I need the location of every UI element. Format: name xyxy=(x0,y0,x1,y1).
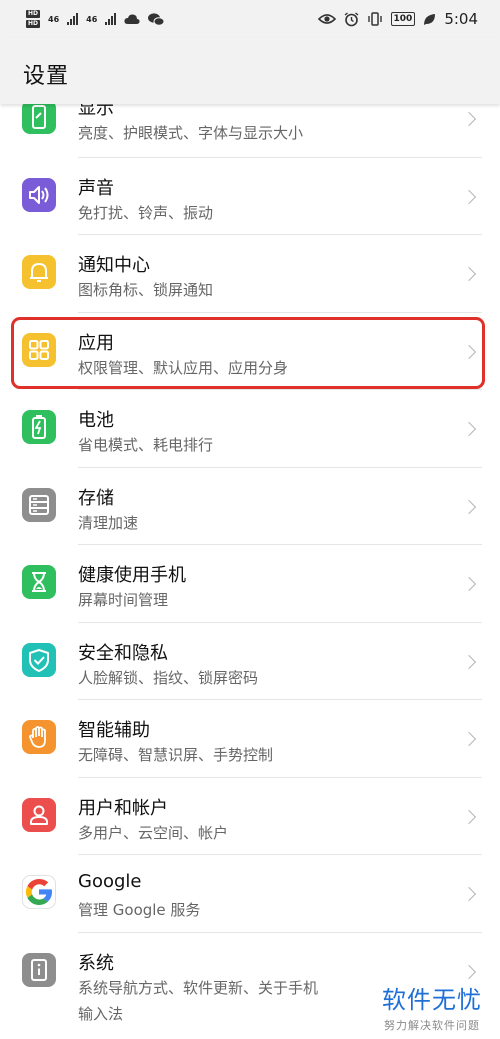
settings-item-title: 健康使用手机 xyxy=(78,565,186,586)
hd-label-2: HD xyxy=(26,20,41,28)
hourglass-icon xyxy=(22,565,56,599)
settings-item-title: 系统 xyxy=(78,952,114,974)
settings-item-storage[interactable]: 存储 清理加速 xyxy=(0,468,500,545)
chevron-right-icon xyxy=(461,654,477,669)
chevron-right-icon xyxy=(461,266,477,282)
battery-level: 100 xyxy=(393,14,413,24)
settings-item-subtitle: 无障碍、智慧识屏、手势控制 xyxy=(78,746,274,764)
settings-item-subtitle: 免打扰、铃声、振动 xyxy=(78,203,214,222)
watermark-subtext: 努力解决软件问题 xyxy=(384,1019,480,1032)
settings-item-subtitle: 屏幕时间管理 xyxy=(78,591,169,609)
settings-item-subtitle: 清理加速 xyxy=(78,513,139,532)
chevron-right-icon xyxy=(461,886,477,902)
settings-item-title: Google xyxy=(78,871,142,892)
settings-list: 显示 亮度、护眼模式、字体与显示大小 声音 免打扰、铃声、振动 通知中心 图标角… xyxy=(0,80,500,1033)
system-info-icon xyxy=(22,952,56,987)
speaker-icon xyxy=(22,177,56,212)
watermark-text: 软件无忧 xyxy=(382,986,482,1014)
chevron-right-icon xyxy=(461,421,477,437)
status-bar: HD HD 46 46 100 5:04 xyxy=(0,0,500,38)
settings-item-subtitle: 管理 Google 服务 xyxy=(78,901,201,919)
settings-item-smart-assistance[interactable]: 智能辅助 无障碍、智慧识屏、手势控制 xyxy=(0,700,500,778)
chevron-right-icon xyxy=(461,576,477,592)
hand-icon xyxy=(22,720,56,754)
settings-item-google[interactable]: Google 管理 Google 服务 xyxy=(0,855,500,933)
settings-item-title: 通知中心 xyxy=(78,255,150,276)
eye-comfort-icon xyxy=(317,14,336,24)
settings-item-subtitle: 系统导航方式、软件更新、关于手机 xyxy=(78,978,319,997)
settings-item-title: 声音 xyxy=(78,177,114,199)
settings-item-subtitle: 亮度、护眼模式、字体与显示大小 xyxy=(78,124,304,142)
cloud-icon xyxy=(124,14,140,24)
watermark: 软件无忧 努力解决软件问题 xyxy=(382,980,482,1033)
network-label-1: 46 xyxy=(48,14,60,24)
chevron-right-icon xyxy=(461,499,477,514)
settings-item-users-accounts[interactable]: 用户和帐户 多用户、云空间、帐户 xyxy=(0,778,500,855)
google-icon xyxy=(22,875,56,909)
settings-item-title: 安全和隐私 xyxy=(78,642,168,664)
status-right: 100 5:04 xyxy=(317,10,478,28)
highlight-box xyxy=(11,317,485,389)
page-title: 设置 xyxy=(23,64,70,89)
display-phone-icon xyxy=(22,100,56,134)
storage-icon xyxy=(22,487,56,522)
chevron-right-icon xyxy=(461,731,477,747)
app-header: 设置 xyxy=(0,38,500,104)
settings-item-title: 智能辅助 xyxy=(78,720,150,741)
clock-time: 5:04 xyxy=(444,10,478,28)
chevron-right-icon xyxy=(461,964,477,979)
settings-item-subtitle: 图标角标、锁屏通知 xyxy=(78,281,214,299)
status-left: HD HD 46 46 xyxy=(26,10,165,28)
leaf-icon xyxy=(424,13,436,25)
signal-icon-2 xyxy=(105,13,117,25)
settings-item-notification-center[interactable]: 通知中心 图标角标、锁屏通知 xyxy=(0,235,500,313)
settings-item-title: 存储 xyxy=(78,487,114,509)
settings-item-subtitle-line2: 输入法 xyxy=(78,1004,124,1023)
chevron-right-icon xyxy=(461,189,477,204)
signal-icon-1 xyxy=(67,13,79,25)
vibrate-icon xyxy=(367,12,382,26)
alarm-icon xyxy=(344,11,358,26)
bell-icon xyxy=(22,255,56,289)
settings-item-digital-balance[interactable]: 健康使用手机 屏幕时间管理 xyxy=(0,545,500,623)
battery-indicator: 100 xyxy=(390,12,416,26)
settings-item-sound[interactable]: 声音 免打扰、铃声、振动 xyxy=(0,158,500,235)
chevron-right-icon xyxy=(461,111,477,127)
network-label-2: 46 xyxy=(86,14,98,24)
settings-item-subtitle: 人脸解锁、指纹、锁屏密码 xyxy=(78,668,259,687)
user-icon xyxy=(22,797,56,832)
hd-indicator: HD HD xyxy=(26,10,41,28)
settings-item-title: 用户和帐户 xyxy=(78,797,168,819)
settings-item-title: 电池 xyxy=(78,410,114,431)
shield-icon xyxy=(22,642,56,677)
wechat-icon xyxy=(148,12,165,26)
hd-label-1: HD xyxy=(26,10,41,18)
settings-item-subtitle: 多用户、云空间、帐户 xyxy=(78,823,229,842)
settings-item-battery[interactable]: 电池 省电模式、耗电排行 xyxy=(0,390,500,468)
settings-item-security-privacy[interactable]: 安全和隐私 人脸解锁、指纹、锁屏密码 xyxy=(0,623,500,700)
chevron-right-icon xyxy=(461,809,477,824)
settings-item-subtitle: 省电模式、耗电排行 xyxy=(78,436,214,454)
battery-icon xyxy=(22,410,56,444)
